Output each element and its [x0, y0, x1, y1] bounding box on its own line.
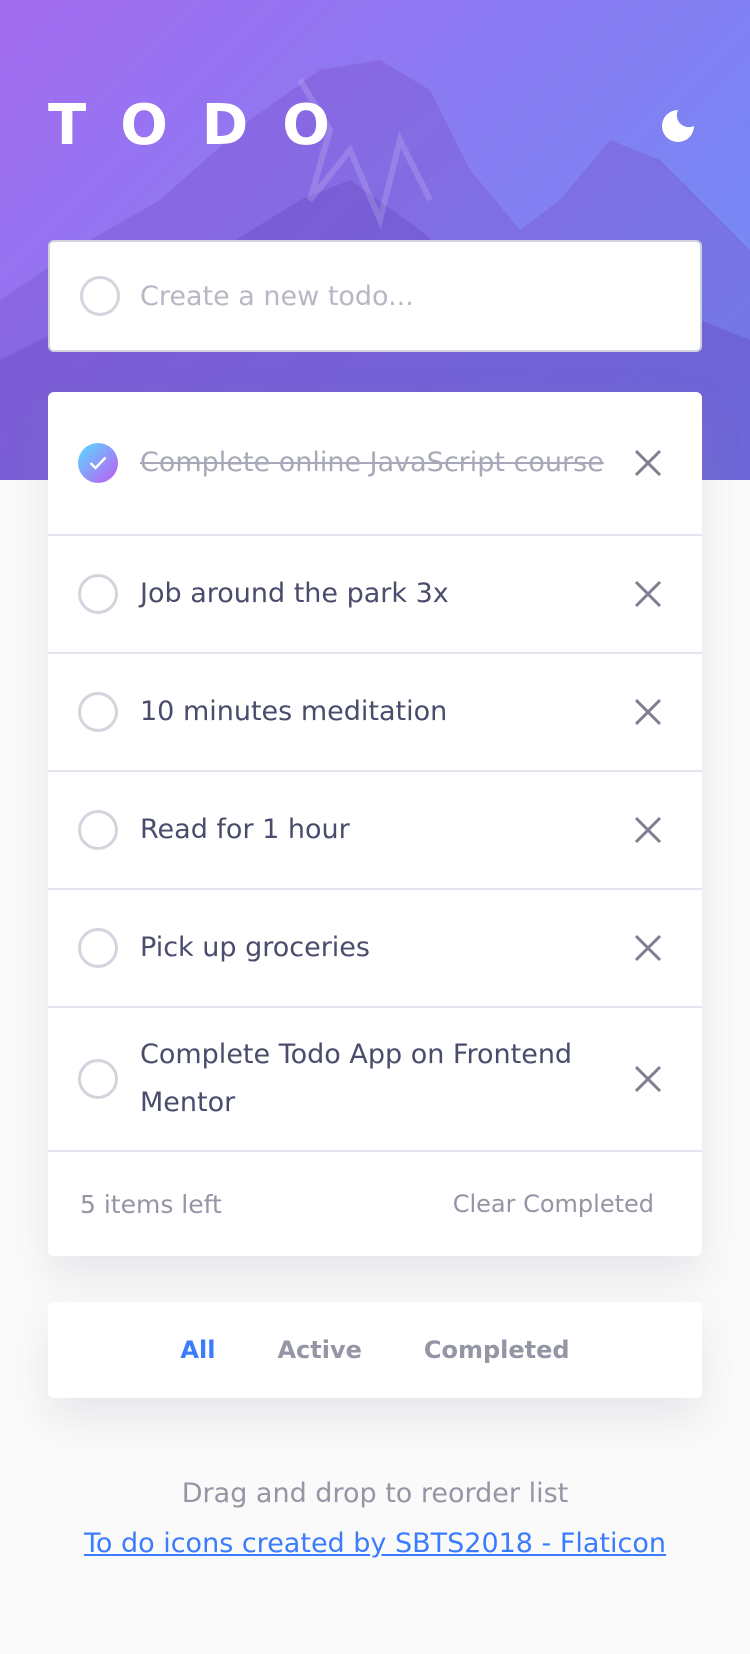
new-todo-input[interactable]: [140, 280, 660, 312]
reorder-hint: Drag and drop to reorder list: [181, 1478, 569, 1509]
theme-toggle-button[interactable]: [654, 102, 702, 150]
todo-checkbox[interactable]: [78, 810, 118, 850]
filter-all[interactable]: All: [180, 1336, 215, 1364]
todo-item[interactable]: 10 minutes meditation: [48, 654, 702, 772]
close-icon: [634, 934, 662, 962]
todo-text: Pick up groceries: [140, 932, 370, 963]
delete-todo-button[interactable]: [630, 1061, 666, 1097]
credit-line: To do icons created by SBTS2018 - Flatic…: [0, 1528, 750, 1559]
delete-todo-button[interactable]: [630, 576, 666, 612]
todo-text: Job around the park 3x: [140, 578, 449, 609]
filter-bar: All Active Completed: [48, 1302, 702, 1398]
delete-todo-button[interactable]: [630, 812, 666, 848]
todo-checkbox[interactable]: [78, 928, 118, 968]
delete-todo-button[interactable]: [630, 445, 666, 481]
app-title: TODO: [48, 93, 364, 158]
credit-link[interactable]: To do icons created by SBTS2018 - Flatic…: [84, 1528, 666, 1559]
todo-item[interactable]: Job around the park 3x: [48, 536, 702, 654]
todo-item[interactable]: Pick up groceries: [48, 890, 702, 1008]
close-icon: [634, 816, 662, 844]
clear-completed-button[interactable]: Clear Completed: [453, 1190, 654, 1218]
todo-text: Read for 1 hour: [140, 814, 350, 845]
filter-active[interactable]: Active: [277, 1336, 361, 1364]
list-footer: 5 items left Clear Completed: [48, 1152, 702, 1256]
new-todo-form: [48, 240, 702, 352]
todo-text: 10 minutes meditation: [140, 696, 448, 727]
moon-icon: [662, 110, 694, 142]
close-icon: [634, 1065, 662, 1093]
new-todo-circle[interactable]: [80, 276, 120, 316]
app-header: TODO: [48, 96, 702, 156]
todo-checkbox[interactable]: [78, 574, 118, 614]
delete-todo-button[interactable]: [630, 694, 666, 730]
todo-item[interactable]: Complete online JavaScript course: [48, 392, 702, 536]
todo-list: Complete online JavaScript course Job ar…: [48, 392, 702, 1256]
todo-text: Complete Todo App on Frontend Mentor: [140, 1039, 573, 1118]
todo-item[interactable]: Read for 1 hour: [48, 772, 702, 890]
delete-todo-button[interactable]: [630, 930, 666, 966]
todo-checkbox[interactable]: [78, 1059, 118, 1099]
todo-item[interactable]: Complete Todo App on Frontend Mentor: [48, 1008, 702, 1152]
close-icon: [634, 580, 662, 608]
check-icon: [89, 456, 107, 470]
todo-text: Complete online JavaScript course: [140, 447, 604, 478]
todo-checkbox[interactable]: [78, 692, 118, 732]
todo-checkbox[interactable]: [78, 443, 118, 483]
close-icon: [634, 698, 662, 726]
close-icon: [634, 449, 662, 477]
filter-completed[interactable]: Completed: [424, 1336, 570, 1364]
items-left-count: 5 items left: [80, 1189, 222, 1219]
